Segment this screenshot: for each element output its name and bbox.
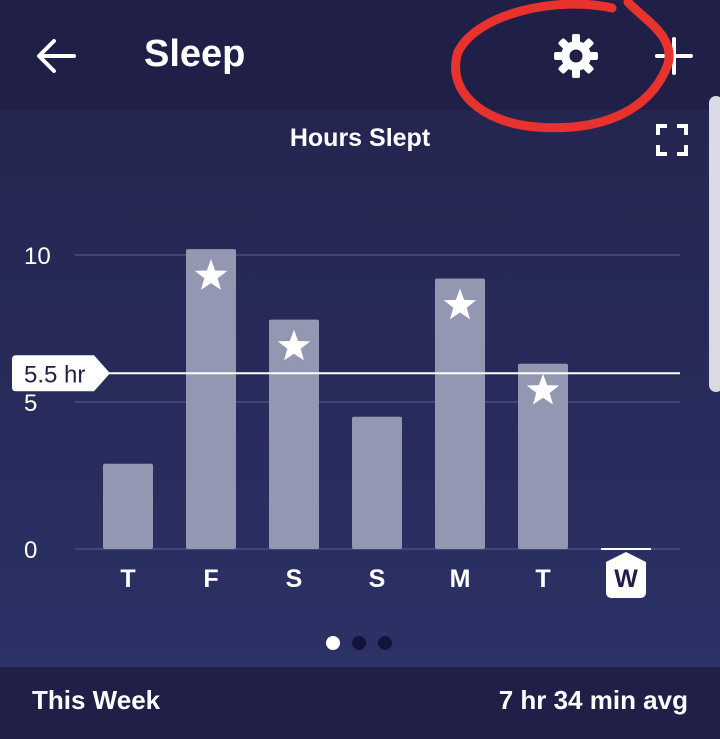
page-dot[interactable]	[378, 636, 392, 650]
bar	[352, 416, 402, 549]
x-tick-label: W	[614, 565, 638, 593]
x-tick-label: T	[535, 565, 550, 593]
page-dot[interactable]	[352, 636, 366, 650]
x-tick-label: M	[450, 565, 471, 593]
period-label: This Week	[32, 685, 161, 715]
bar	[103, 463, 153, 549]
x-tick-label: S	[286, 565, 303, 593]
x-tick-label: S	[369, 565, 386, 593]
average-value: 7 hr 34 min avg	[498, 685, 688, 715]
bar	[186, 249, 236, 549]
x-tick-label: F	[203, 565, 218, 593]
bar	[269, 319, 319, 549]
sleep-bar-chart: 10 5 0 T F S S M T W 5.5 hr	[12, 243, 680, 598]
y-tick-label: 0	[24, 537, 37, 564]
summary-footer: This Week 7 hr 34 min avg	[0, 667, 720, 739]
page-indicator	[326, 636, 392, 650]
y-tick-label: 5	[24, 390, 37, 417]
bar	[435, 278, 485, 549]
x-tick-label: T	[120, 565, 135, 593]
y-tick-label: 10	[24, 243, 51, 270]
goal-label: 5.5 hr	[24, 361, 85, 388]
page-dot[interactable]	[326, 636, 340, 650]
